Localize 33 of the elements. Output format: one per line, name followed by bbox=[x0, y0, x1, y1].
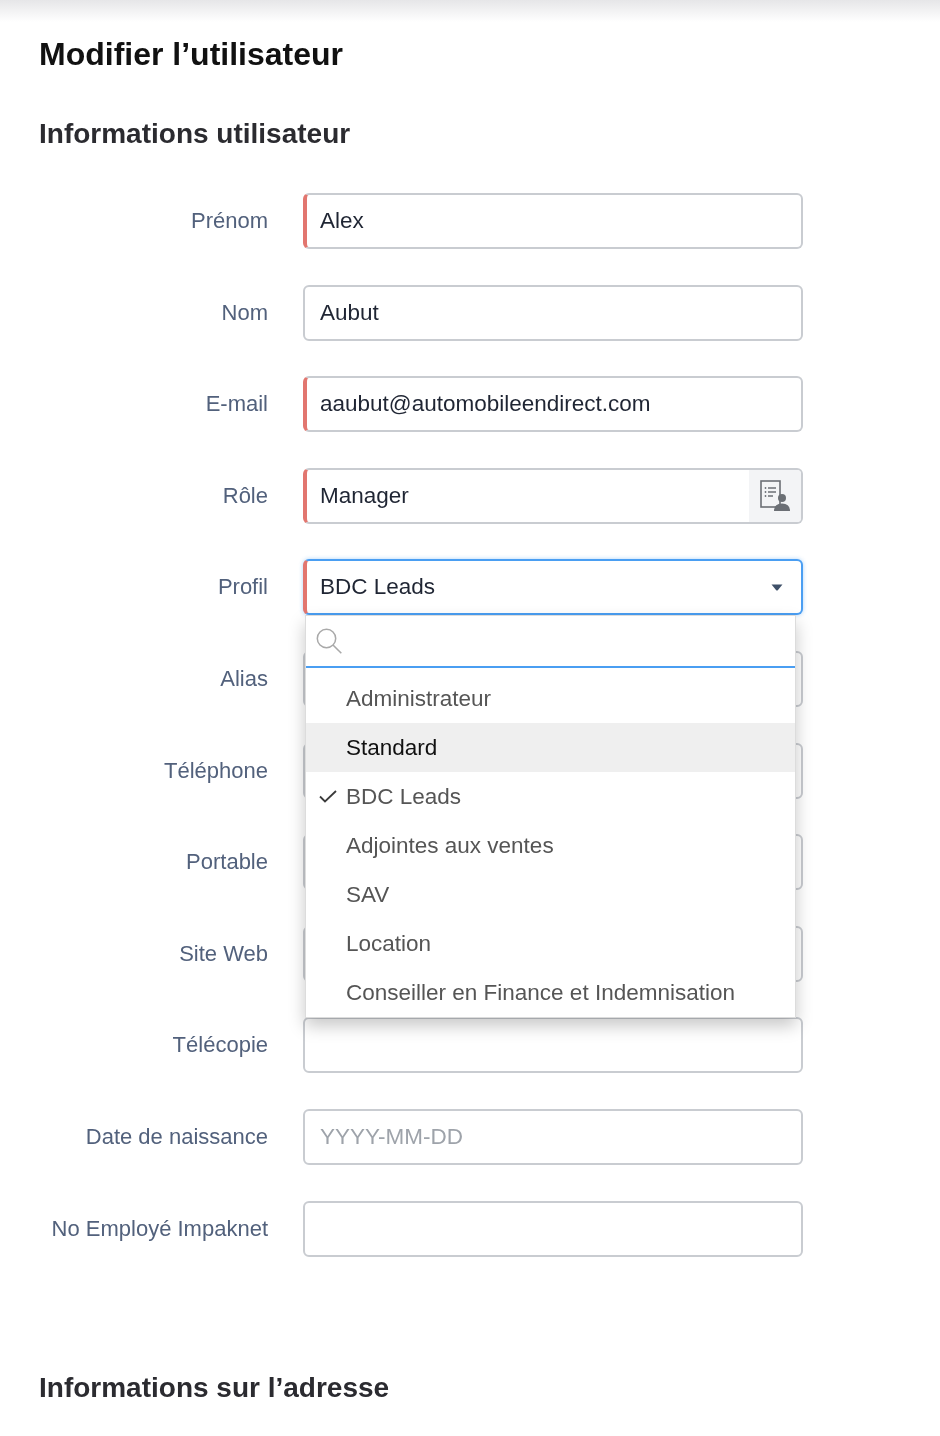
field-label: No Employé Impaknet bbox=[50, 1215, 268, 1242]
field-label: Prénom bbox=[189, 208, 268, 234]
select-field[interactable]: BDC Leads bbox=[303, 559, 803, 616]
field-label: Rôle bbox=[221, 482, 268, 509]
field-label: Site Web bbox=[178, 940, 268, 967]
section-title: Informations utilisateur bbox=[39, 117, 351, 151]
text-field[interactable]: Aubut bbox=[303, 284, 803, 341]
user-list-icon bbox=[760, 480, 790, 512]
text-field[interactable]: Alex bbox=[303, 193, 803, 249]
text-field[interactable] bbox=[303, 1200, 803, 1257]
field-label: Profil bbox=[216, 574, 268, 601]
dropdown-option[interactable]: BDC Leads bbox=[306, 772, 795, 822]
dropdown-option[interactable]: SAV bbox=[306, 870, 795, 920]
dropdown-option[interactable]: Administrateur bbox=[306, 674, 795, 724]
text-field[interactable] bbox=[303, 1017, 803, 1074]
lookup-field[interactable]: Manager bbox=[303, 467, 803, 524]
text-field[interactable]: aaubut@automobileendirect.com bbox=[303, 376, 803, 433]
lookup-button[interactable] bbox=[749, 469, 801, 522]
section-title: Informations sur l’adresse bbox=[39, 1370, 390, 1405]
dropdown-option[interactable]: Adjointes aux ventes bbox=[306, 821, 795, 871]
field-label: E-mail bbox=[204, 391, 268, 418]
dropdown-option[interactable]: Standard bbox=[306, 723, 795, 773]
search-icon bbox=[316, 628, 342, 655]
field-label: Alias bbox=[219, 665, 268, 692]
field-label: Date de naissance bbox=[84, 1123, 268, 1150]
dropdown-option[interactable]: Conseiller en Finance et Indemnisation bbox=[306, 968, 795, 1018]
field-label: Nom bbox=[220, 299, 268, 326]
dropdown-option[interactable]: Location bbox=[306, 919, 795, 969]
field-label: Télécopie bbox=[171, 1032, 268, 1059]
field-label: Portable bbox=[185, 849, 268, 876]
field-label: Téléphone bbox=[163, 757, 268, 784]
caret-icon bbox=[771, 583, 783, 591]
page-title: Modifier l’utilisateur bbox=[39, 35, 344, 74]
